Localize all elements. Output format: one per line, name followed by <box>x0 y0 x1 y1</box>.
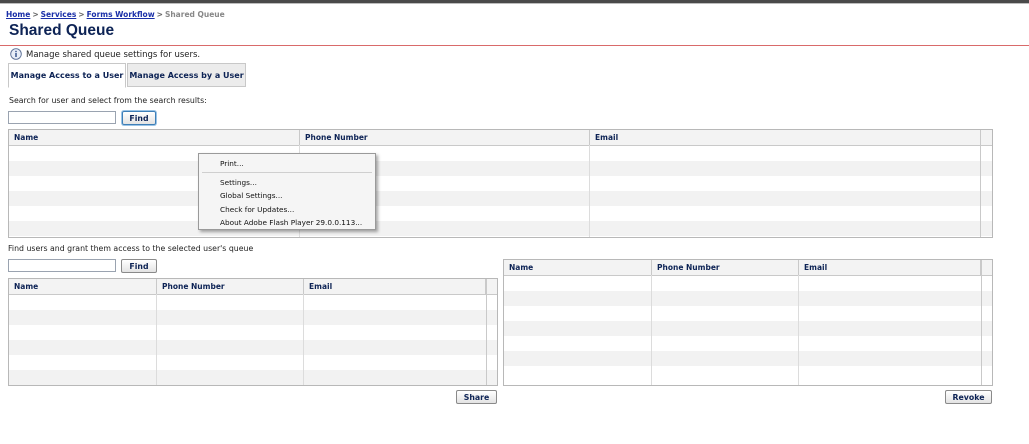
grant-users-grid[interactable]: Name Phone Number Email <box>8 278 498 386</box>
scrollbar-divider <box>980 130 981 237</box>
column-divider <box>156 294 157 385</box>
window-top-border-shade <box>0 3 1029 4</box>
table-row[interactable] <box>9 176 992 191</box>
column-header-name[interactable]: Name <box>9 130 300 145</box>
table-row[interactable] <box>504 366 992 381</box>
context-menu-print[interactable]: Print... <box>220 159 244 168</box>
table-row[interactable] <box>504 276 992 291</box>
grant-user-input[interactable] <box>8 259 116 272</box>
breadcrumb-separator: > <box>78 10 85 19</box>
breadcrumb-home[interactable]: Home <box>6 10 30 19</box>
column-header-phone[interactable]: Phone Number <box>157 279 304 294</box>
info-icon <box>10 48 22 60</box>
column-header-name[interactable]: Name <box>504 260 652 275</box>
table-row[interactable] <box>9 370 497 385</box>
context-menu-check-updates[interactable]: Check for Updates... <box>220 205 294 214</box>
flash-context-menu: Print... Settings... Global Settings... … <box>198 153 376 230</box>
table-row[interactable] <box>9 161 992 176</box>
column-header-email[interactable]: Email <box>799 260 981 275</box>
column-header-phone[interactable]: Phone Number <box>300 130 590 145</box>
access-users-grid[interactable]: Name Phone Number Email <box>503 259 993 386</box>
grant-find-button[interactable]: Find <box>121 259 157 273</box>
breadcrumb: Home > Services > Forms Workflow > Shared Queu… <box>6 10 225 19</box>
column-divider <box>589 145 590 237</box>
table-row[interactable] <box>9 310 497 325</box>
table-row[interactable] <box>504 336 992 351</box>
breadcrumb-forms-workflow[interactable]: Forms Workflow <box>87 10 155 19</box>
table-row[interactable] <box>504 291 992 306</box>
table-row[interactable] <box>9 355 497 370</box>
search-instruction: Search for user and select from the sear… <box>9 96 207 105</box>
table-row[interactable] <box>504 351 992 366</box>
column-divider <box>651 275 652 385</box>
context-menu-separator <box>202 172 372 173</box>
breadcrumb-separator: > <box>32 10 39 19</box>
scrollbar-divider <box>486 279 487 385</box>
scrollbar-divider <box>981 260 982 385</box>
table-row[interactable] <box>504 321 992 336</box>
table-row[interactable] <box>9 206 992 221</box>
table-row[interactable] <box>9 340 497 355</box>
title-divider <box>0 45 1029 46</box>
revoke-button[interactable]: Revoke <box>945 390 992 404</box>
tab-manage-access-to-user[interactable]: Manage Access to a User <box>8 63 126 88</box>
table-row[interactable] <box>504 306 992 321</box>
breadcrumb-separator: > <box>156 10 163 19</box>
search-find-button[interactable]: Find <box>122 111 156 125</box>
grant-instruction: Find users and grant them access to the … <box>8 244 254 253</box>
column-divider <box>798 275 799 385</box>
table-row[interactable] <box>9 295 497 310</box>
table-row[interactable] <box>9 325 497 340</box>
context-menu-settings[interactable]: Settings... <box>220 178 257 187</box>
page-title: Shared Queue <box>9 22 115 39</box>
table-row[interactable] <box>9 191 992 206</box>
column-header-phone[interactable]: Phone Number <box>652 260 799 275</box>
column-header-email[interactable]: Email <box>304 279 486 294</box>
column-header-email[interactable]: Email <box>590 130 981 145</box>
column-divider <box>303 294 304 385</box>
breadcrumb-current: Shared Queue <box>164 10 225 19</box>
column-header-name[interactable]: Name <box>9 279 157 294</box>
table-row[interactable] <box>9 221 992 236</box>
search-results-grid[interactable]: Name Phone Number Email <box>8 129 993 238</box>
context-menu-about[interactable]: About Adobe Flash Player 29.0.0.113... <box>220 218 362 227</box>
info-text: Manage shared queue settings for users. <box>26 50 201 60</box>
context-menu-global-settings[interactable]: Global Settings... <box>220 191 282 200</box>
share-button[interactable]: Share <box>456 390 497 404</box>
table-row[interactable] <box>9 146 992 161</box>
breadcrumb-services[interactable]: Services <box>41 10 77 19</box>
search-user-input[interactable] <box>8 111 116 124</box>
tab-manage-access-by-user[interactable]: Manage Access by a User <box>127 63 246 87</box>
